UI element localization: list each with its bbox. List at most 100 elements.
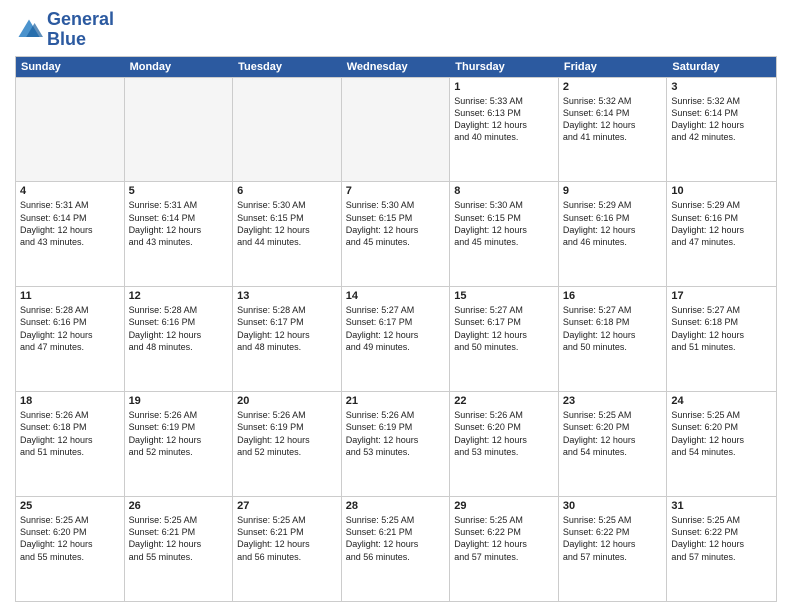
day-number: 15 xyxy=(454,290,554,302)
day-info: Sunrise: 5:26 AM Sunset: 6:19 PM Dayligh… xyxy=(129,409,229,458)
calendar-cell: 9Sunrise: 5:29 AM Sunset: 6:16 PM Daylig… xyxy=(559,182,668,286)
day-info: Sunrise: 5:26 AM Sunset: 6:19 PM Dayligh… xyxy=(237,409,337,458)
calendar-cell: 16 Sunrise: 5:27 AM Sunset: 6:18 PM Dayli… xyxy=(559,287,668,391)
logo: General Blue xyxy=(15,10,114,50)
calendar-body: 1 Sunrise: 5:33 AM Sunset: 6:13 PM Daylig… xyxy=(16,77,776,601)
day-info: Sunrise: 5:26 AM Sunset: 6:20 PM Dayligh… xyxy=(454,409,554,458)
calendar-header: SundayMondayTuesdayWednesdayThursdayFrid… xyxy=(16,57,776,77)
day-info: Sunrise: 5:27 AM Sunset: 6:18 PM Dayligh… xyxy=(671,304,772,353)
day-info: Sunrise: 5:30 AM Sunset: 6:15 PM Dayligh… xyxy=(346,199,446,248)
day-info: Sunrise: 5:25 AM Sunset: 6:22 PM Dayligh… xyxy=(563,514,663,563)
day-info: Sunrise: 5:25 AM Sunset: 6:20 PM Dayligh… xyxy=(20,514,120,563)
calendar-row: 4 Sunrise: 5:31 AM Sunset: 6:14 PM Daylig… xyxy=(16,181,776,286)
day-number: 4 xyxy=(20,185,120,197)
calendar-cell: 20 Sunrise: 5:26 AM Sunset: 6:19 PM Dayli… xyxy=(233,392,342,496)
day-info: Sunrise: 5:26 AM Sunset: 6:18 PM Dayligh… xyxy=(20,409,120,458)
day-info: Sunrise: 5:33 AM Sunset: 6:13 PM Dayligh… xyxy=(454,95,554,144)
calendar-cell: 30 Sunrise: 5:25 AM Sunset: 6:22 PM Dayli… xyxy=(559,497,668,601)
day-number: 19 xyxy=(129,395,229,407)
day-info: Sunrise: 5:27 AM Sunset: 6:17 PM Dayligh… xyxy=(454,304,554,353)
calendar-cell xyxy=(16,78,125,182)
calendar-cell: 13 Sunrise: 5:28 AM Sunset: 6:17 PM Dayli… xyxy=(233,287,342,391)
day-info: Sunrise: 5:30 AM Sunset: 6:15 PM Dayligh… xyxy=(454,199,554,248)
calendar-cell: 21 Sunrise: 5:26 AM Sunset: 6:19 PM Dayli… xyxy=(342,392,451,496)
day-info: Sunrise: 5:28 AM Sunset: 6:17 PM Dayligh… xyxy=(237,304,337,353)
calendar: SundayMondayTuesdayWednesdayThursdayFrid… xyxy=(15,56,777,602)
calendar-cell: 2Sunrise: 5:32 AM Sunset: 6:14 PM Daylig… xyxy=(559,78,668,182)
day-number: 6 xyxy=(237,185,337,197)
calendar-cell: 5Sunrise: 5:31 AM Sunset: 6:14 PM Daylig… xyxy=(125,182,234,286)
day-info: Sunrise: 5:32 AM Sunset: 6:14 PM Dayligh… xyxy=(671,95,772,144)
calendar-cell xyxy=(342,78,451,182)
calendar-cell: 28 Sunrise: 5:25 AM Sunset: 6:21 PM Dayli… xyxy=(342,497,451,601)
day-info: Sunrise: 5:25 AM Sunset: 6:22 PM Dayligh… xyxy=(454,514,554,563)
day-number: 18 xyxy=(20,395,120,407)
calendar-row: 1 Sunrise: 5:33 AM Sunset: 6:13 PM Daylig… xyxy=(16,77,776,182)
header: General Blue xyxy=(15,10,777,50)
calendar-cell: 27 Sunrise: 5:25 AM Sunset: 6:21 PM Dayli… xyxy=(233,497,342,601)
calendar-cell: 31 Sunrise: 5:25 AM Sunset: 6:22 PM Dayli… xyxy=(667,497,776,601)
calendar-cell: 12Sunrise: 5:28 AM Sunset: 6:16 PM Dayli… xyxy=(125,287,234,391)
calendar-cell: 25 Sunrise: 5:25 AM Sunset: 6:20 PM Dayli… xyxy=(16,497,125,601)
day-number: 12 xyxy=(129,290,229,302)
day-number: 28 xyxy=(346,500,446,512)
calendar-cell: 24Sunrise: 5:25 AM Sunset: 6:20 PM Dayli… xyxy=(667,392,776,496)
weekday-header: Thursday xyxy=(450,57,559,77)
day-number: 11 xyxy=(20,290,120,302)
day-number: 31 xyxy=(671,500,772,512)
day-number: 21 xyxy=(346,395,446,407)
day-info: Sunrise: 5:29 AM Sunset: 6:16 PM Dayligh… xyxy=(671,199,772,248)
day-number: 27 xyxy=(237,500,337,512)
day-info: Sunrise: 5:25 AM Sunset: 6:20 PM Dayligh… xyxy=(671,409,772,458)
day-number: 1 xyxy=(454,81,554,93)
day-number: 29 xyxy=(454,500,554,512)
calendar-cell: 4 Sunrise: 5:31 AM Sunset: 6:14 PM Daylig… xyxy=(16,182,125,286)
day-info: Sunrise: 5:27 AM Sunset: 6:18 PM Dayligh… xyxy=(563,304,663,353)
calendar-row: 11Sunrise: 5:28 AM Sunset: 6:16 PM Dayli… xyxy=(16,286,776,391)
day-number: 17 xyxy=(671,290,772,302)
calendar-cell: 14 Sunrise: 5:27 AM Sunset: 6:17 PM Dayli… xyxy=(342,287,451,391)
day-number: 30 xyxy=(563,500,663,512)
calendar-cell: 10 Sunrise: 5:29 AM Sunset: 6:16 PM Dayli… xyxy=(667,182,776,286)
day-number: 10 xyxy=(671,185,772,197)
day-number: 3 xyxy=(671,81,772,93)
day-info: Sunrise: 5:30 AM Sunset: 6:15 PM Dayligh… xyxy=(237,199,337,248)
calendar-cell: 29 Sunrise: 5:25 AM Sunset: 6:22 PM Dayli… xyxy=(450,497,559,601)
calendar-cell: 3 Sunrise: 5:32 AM Sunset: 6:14 PM Daylig… xyxy=(667,78,776,182)
calendar-cell: 1 Sunrise: 5:33 AM Sunset: 6:13 PM Daylig… xyxy=(450,78,559,182)
day-number: 13 xyxy=(237,290,337,302)
logo-icon xyxy=(15,16,43,44)
weekday-header: Sunday xyxy=(16,57,125,77)
weekday-header: Monday xyxy=(125,57,234,77)
calendar-cell: 7Sunrise: 5:30 AM Sunset: 6:15 PM Daylig… xyxy=(342,182,451,286)
day-number: 25 xyxy=(20,500,120,512)
calendar-cell: 6 Sunrise: 5:30 AM Sunset: 6:15 PM Daylig… xyxy=(233,182,342,286)
calendar-cell: 11Sunrise: 5:28 AM Sunset: 6:16 PM Dayli… xyxy=(16,287,125,391)
day-number: 8 xyxy=(454,185,554,197)
calendar-cell: 26Sunrise: 5:25 AM Sunset: 6:21 PM Dayli… xyxy=(125,497,234,601)
day-number: 16 xyxy=(563,290,663,302)
weekday-header: Wednesday xyxy=(342,57,451,77)
day-number: 14 xyxy=(346,290,446,302)
calendar-cell xyxy=(233,78,342,182)
page: General Blue SundayMondayTuesdayWednesda… xyxy=(0,0,792,612)
day-info: Sunrise: 5:25 AM Sunset: 6:21 PM Dayligh… xyxy=(346,514,446,563)
calendar-cell: 22 Sunrise: 5:26 AM Sunset: 6:20 PM Dayli… xyxy=(450,392,559,496)
day-info: Sunrise: 5:27 AM Sunset: 6:17 PM Dayligh… xyxy=(346,304,446,353)
day-number: 26 xyxy=(129,500,229,512)
day-info: Sunrise: 5:29 AM Sunset: 6:16 PM Dayligh… xyxy=(563,199,663,248)
day-info: Sunrise: 5:26 AM Sunset: 6:19 PM Dayligh… xyxy=(346,409,446,458)
day-number: 22 xyxy=(454,395,554,407)
day-info: Sunrise: 5:25 AM Sunset: 6:21 PM Dayligh… xyxy=(237,514,337,563)
day-number: 20 xyxy=(237,395,337,407)
weekday-header: Saturday xyxy=(667,57,776,77)
day-info: Sunrise: 5:31 AM Sunset: 6:14 PM Dayligh… xyxy=(20,199,120,248)
calendar-row: 18 Sunrise: 5:26 AM Sunset: 6:18 PM Dayli… xyxy=(16,391,776,496)
weekday-header: Tuesday xyxy=(233,57,342,77)
day-info: Sunrise: 5:31 AM Sunset: 6:14 PM Dayligh… xyxy=(129,199,229,248)
calendar-cell: 23Sunrise: 5:25 AM Sunset: 6:20 PM Dayli… xyxy=(559,392,668,496)
day-info: Sunrise: 5:25 AM Sunset: 6:22 PM Dayligh… xyxy=(671,514,772,563)
calendar-cell: 15 Sunrise: 5:27 AM Sunset: 6:17 PM Dayli… xyxy=(450,287,559,391)
day-info: Sunrise: 5:32 AM Sunset: 6:14 PM Dayligh… xyxy=(563,95,663,144)
calendar-row: 25 Sunrise: 5:25 AM Sunset: 6:20 PM Dayli… xyxy=(16,496,776,601)
